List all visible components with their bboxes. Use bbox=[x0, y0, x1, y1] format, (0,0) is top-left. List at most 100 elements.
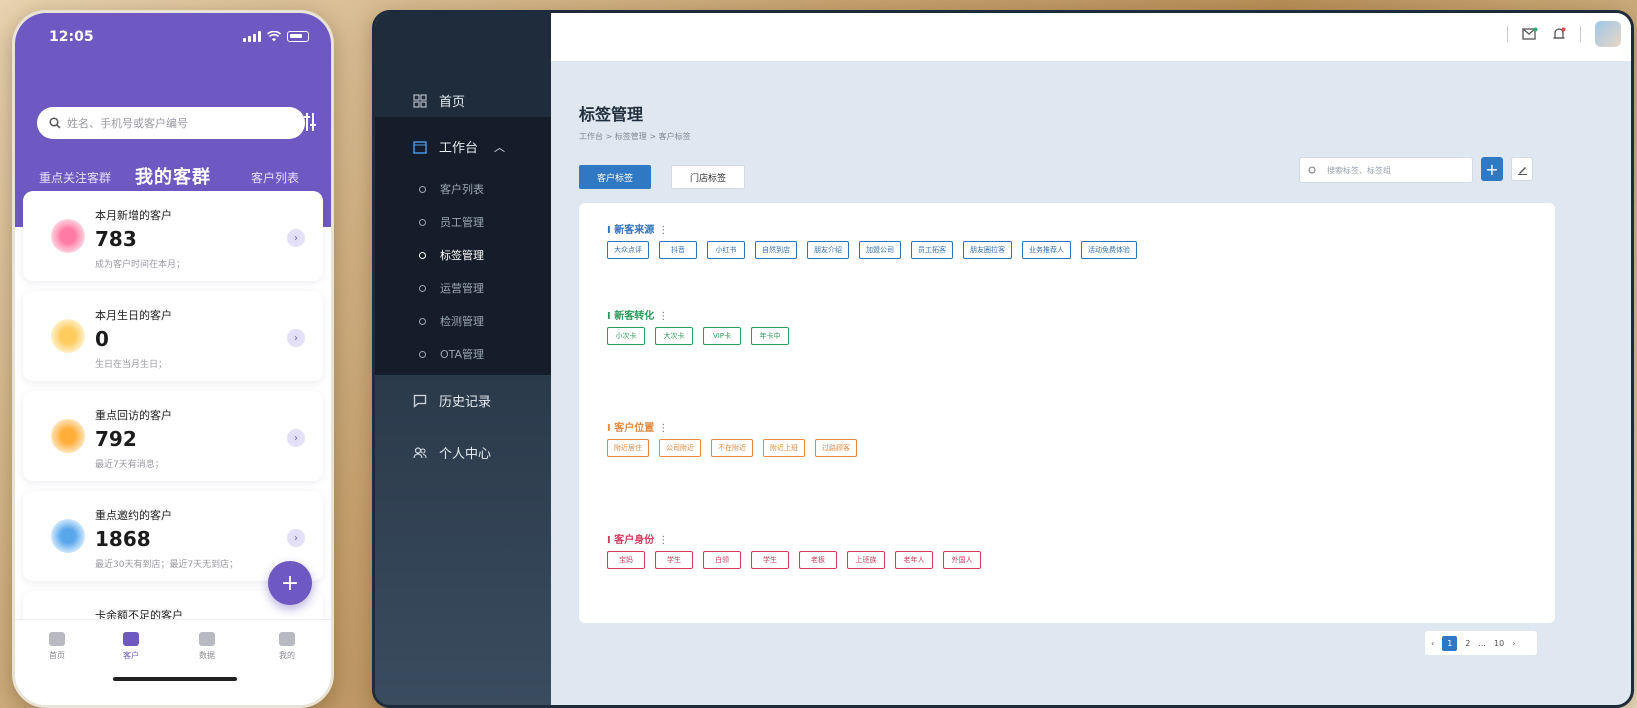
mail-icon[interactable] bbox=[1522, 27, 1538, 41]
tag[interactable]: 年卡中 bbox=[751, 327, 789, 345]
add-button[interactable]: + bbox=[268, 561, 312, 605]
card-value: 0 bbox=[95, 327, 109, 351]
tag-list: 大众点评 抖音 小红书 自然到店 朋友介绍 加盟公司 员工拓客 朋友圈拉客 业务… bbox=[607, 241, 1137, 259]
add-tag-button[interactable]: + bbox=[1481, 157, 1503, 181]
sidebar-sub-operations[interactable]: 运营管理 bbox=[419, 280, 484, 296]
sidebar-sub-customer-list[interactable]: 客户列表 bbox=[419, 181, 484, 197]
nav-data[interactable]: 数据 bbox=[187, 632, 227, 661]
chevron-right-icon[interactable]: › bbox=[287, 429, 305, 447]
more-icon[interactable]: ⋮ bbox=[658, 535, 668, 546]
tag[interactable]: 员工拓客 bbox=[911, 241, 953, 259]
more-icon[interactable]: ⋮ bbox=[658, 311, 668, 322]
tag[interactable]: 学生 bbox=[751, 551, 789, 569]
tag[interactable]: 老板 bbox=[799, 551, 837, 569]
tag[interactable]: 宝妈 bbox=[607, 551, 645, 569]
edit-button[interactable] bbox=[1511, 157, 1533, 181]
avatar[interactable] bbox=[1595, 21, 1621, 47]
tag-search-input[interactable]: 搜索标签、标签组 bbox=[1299, 157, 1473, 183]
tag[interactable]: 附近居住 bbox=[607, 439, 649, 457]
card-birthday-customers[interactable]: 本月生日的客户 0 生日在当月生日； › bbox=[23, 291, 323, 381]
customer-search-input[interactable]: 姓名、手机号或客户编号 bbox=[37, 107, 305, 139]
sidebar-sub-tags[interactable]: 标签管理 bbox=[419, 247, 484, 263]
nav-mine[interactable]: 我的 bbox=[267, 632, 307, 661]
tag[interactable]: 朋友圈拉客 bbox=[963, 241, 1012, 259]
tag-group-title: I 新客来源 ⋮ bbox=[607, 221, 668, 236]
tab-customer-tags[interactable]: 客户标签 bbox=[579, 165, 652, 189]
more-icon[interactable]: ⋮ bbox=[658, 423, 668, 434]
more-icon[interactable]: ⋮ bbox=[658, 225, 668, 236]
grid-icon bbox=[413, 94, 427, 107]
tag[interactable]: 公司附近 bbox=[659, 439, 701, 457]
tag[interactable]: 小次卡 bbox=[607, 327, 645, 345]
nav-label: 客户 bbox=[123, 651, 139, 660]
sidebar-item-history[interactable]: 历史记录 bbox=[413, 391, 491, 410]
tag[interactable]: 白领 bbox=[703, 551, 741, 569]
card-desc: 生日在当月生日； bbox=[95, 360, 168, 370]
sidebar-label: 工作台 bbox=[439, 141, 479, 156]
tag[interactable]: 小红书 bbox=[707, 241, 745, 259]
card-desc: 成为客户时间在本月； bbox=[95, 260, 186, 270]
tag[interactable]: 自然到店 bbox=[755, 241, 797, 259]
sidebar-sub-ota[interactable]: OTA管理 bbox=[419, 346, 484, 362]
next-page-icon[interactable]: › bbox=[1512, 639, 1515, 648]
sidebar-sub-label: OTA管理 bbox=[440, 348, 485, 361]
bell-icon[interactable] bbox=[1552, 27, 1566, 42]
card-title: 本月新增的客户 bbox=[95, 209, 172, 222]
tag-group-title: I 客户位置 ⋮ bbox=[607, 419, 668, 434]
tag-list: 宝妈 学生 白领 学生 老板 上班族 老年人 外国人 bbox=[607, 551, 981, 569]
tag[interactable]: 活动免费体验 bbox=[1081, 241, 1137, 259]
chevron-right-icon[interactable]: › bbox=[287, 529, 305, 547]
tag[interactable]: 抖音 bbox=[659, 241, 697, 259]
top-bar bbox=[551, 13, 1631, 61]
card-desc: 最近30天有到店；最近7天无到店； bbox=[95, 560, 239, 570]
sidebar-label: 首页 bbox=[439, 95, 466, 110]
status-icons bbox=[243, 31, 309, 42]
page-next[interactable]: 2 bbox=[1465, 639, 1470, 648]
tag[interactable]: 朋友介绍 bbox=[807, 241, 849, 259]
filter-icon[interactable] bbox=[297, 111, 317, 133]
tag[interactable]: 学生 bbox=[655, 551, 693, 569]
tag[interactable]: 大次卡 bbox=[655, 327, 693, 345]
status-time: 12:05 bbox=[49, 29, 94, 45]
tag[interactable]: 外国人 bbox=[943, 551, 981, 569]
page-last[interactable]: 10 bbox=[1494, 639, 1504, 648]
sidebar-item-home[interactable]: 首页 bbox=[413, 91, 465, 110]
tag[interactable]: 业务推荐人 bbox=[1022, 241, 1071, 259]
tag[interactable]: VIP卡 bbox=[703, 327, 741, 345]
tag[interactable]: 附近上班 bbox=[763, 439, 805, 457]
tab-store-tags[interactable]: 门店标签 bbox=[671, 165, 746, 189]
tag[interactable]: 上班族 bbox=[847, 551, 885, 569]
wifi-icon bbox=[267, 31, 281, 42]
home-indicator bbox=[113, 677, 237, 681]
card-followup-customers[interactable]: 重点回访的客户 792 最近7天有消息； › bbox=[23, 391, 323, 481]
tab-key-focus-groups[interactable]: 重点关注客群 bbox=[39, 169, 111, 186]
nav-label: 数据 bbox=[199, 651, 215, 660]
page-current[interactable]: 1 bbox=[1442, 635, 1458, 651]
tag[interactable]: 加盟公司 bbox=[859, 241, 901, 259]
search-placeholder: 姓名、手机号或客户编号 bbox=[67, 117, 188, 130]
pencil-icon bbox=[1517, 166, 1527, 175]
tag[interactable]: 老年人 bbox=[895, 551, 933, 569]
tag-groups-panel: I 新客来源 ⋮ 大众点评 抖音 小红书 自然到店 朋友介绍 加盟公司 员工拓客 … bbox=[579, 203, 1555, 623]
tag[interactable]: 大众点评 bbox=[607, 241, 649, 259]
tab-customer-list[interactable]: 客户列表 bbox=[251, 169, 299, 186]
sidebar-sub-staff[interactable]: 员工管理 bbox=[419, 214, 484, 230]
page-ellipsis: ... bbox=[1478, 638, 1487, 648]
sidebar-item-profile[interactable]: 个人中心 bbox=[413, 443, 491, 462]
tag[interactable]: 过路顾客 bbox=[815, 439, 857, 457]
nav-customers[interactable]: 客户 bbox=[111, 632, 151, 661]
sidebar-sub-detection[interactable]: 检测管理 bbox=[419, 313, 484, 329]
card-new-customers[interactable]: 本月新增的客户 783 成为客户时间在本月； › bbox=[23, 191, 323, 281]
group-title-text: I 新客来源 bbox=[607, 225, 655, 236]
calendar-icon bbox=[413, 140, 427, 154]
tag[interactable]: 不在附近 bbox=[711, 439, 753, 457]
segment-tabs: 重点关注客群 我的客群 客户列表 bbox=[15, 163, 331, 195]
chevron-right-icon[interactable]: › bbox=[287, 229, 305, 247]
prev-page-icon[interactable]: ‹ bbox=[1431, 639, 1434, 648]
tab-my-groups[interactable]: 我的客群 bbox=[135, 163, 211, 195]
chevron-right-icon[interactable]: › bbox=[287, 329, 305, 347]
nav-home[interactable]: 首页 bbox=[37, 632, 77, 661]
tag-group-title: I 客户身份 ⋮ bbox=[607, 531, 668, 546]
chat-icon bbox=[51, 419, 85, 453]
sidebar-item-workbench[interactable]: 工作台 ︿ bbox=[413, 137, 505, 156]
